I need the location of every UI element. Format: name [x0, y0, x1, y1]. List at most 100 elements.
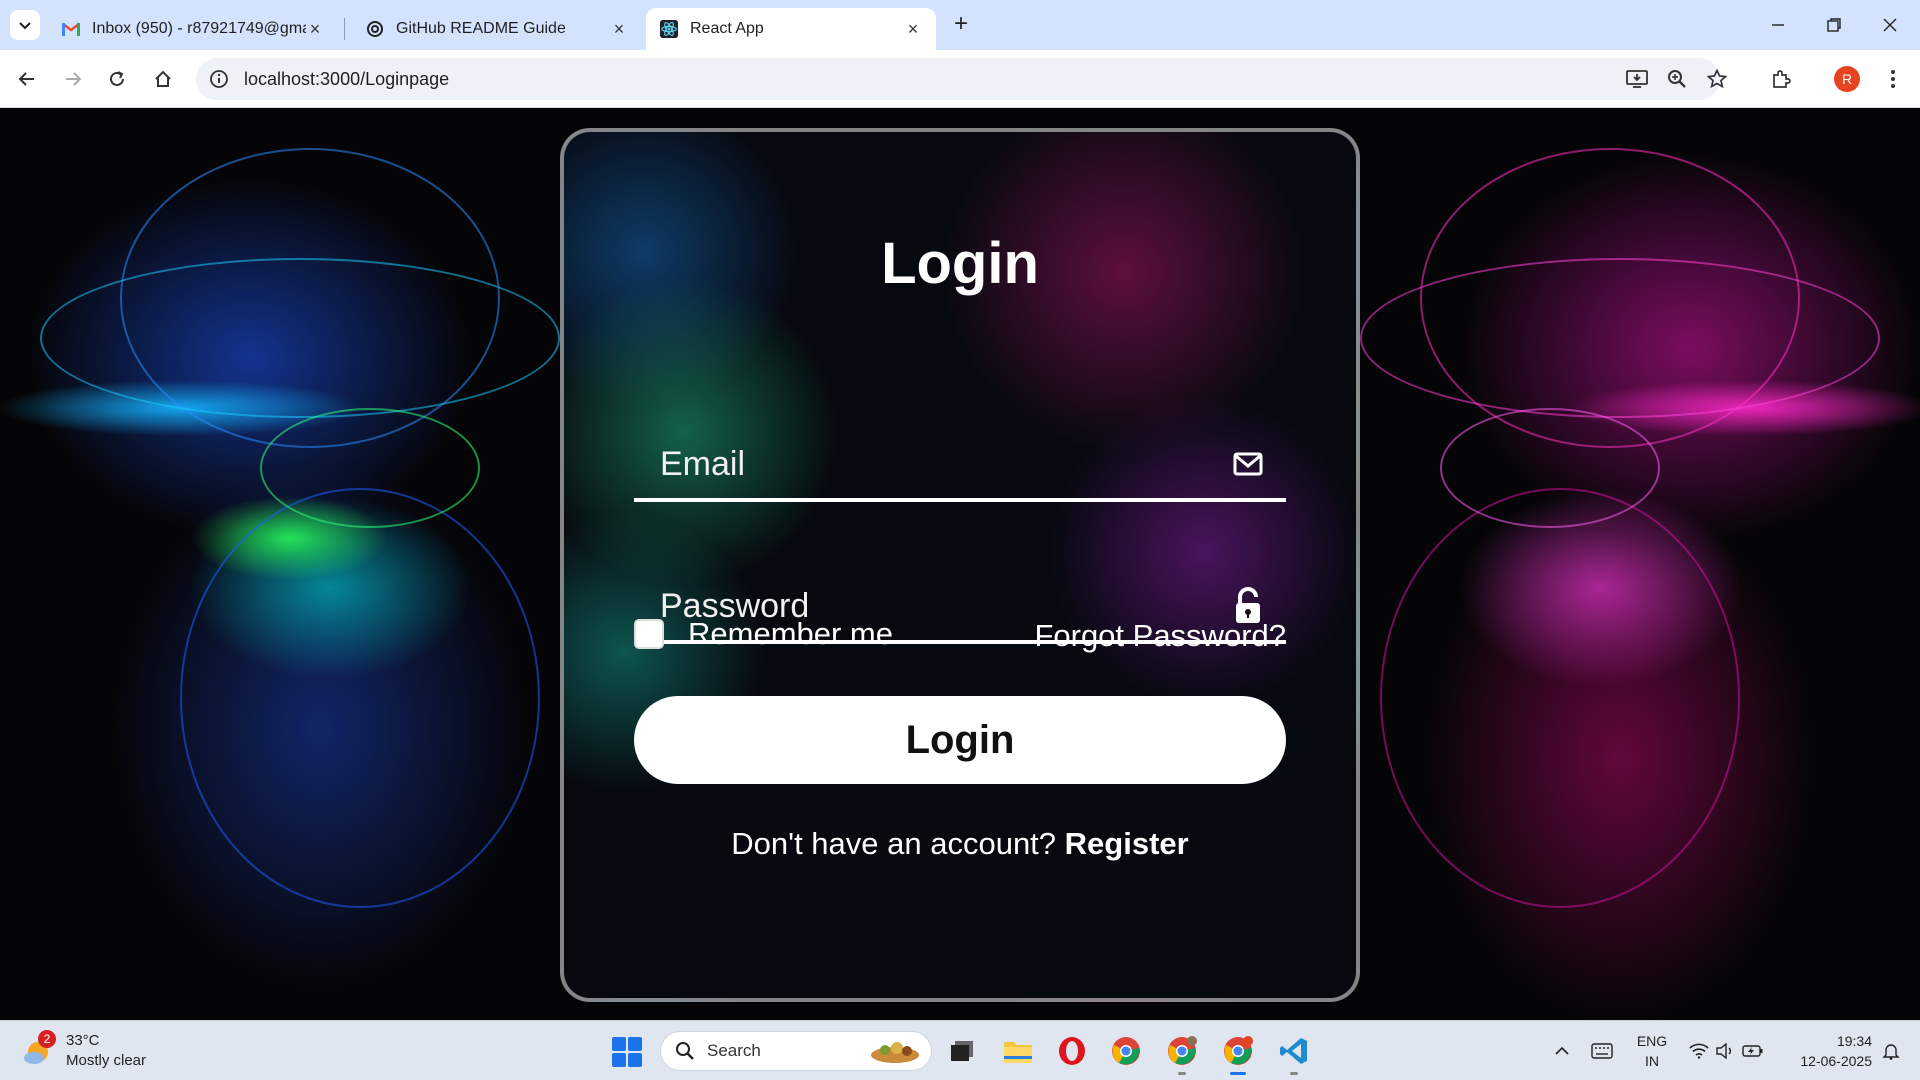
- notifications-button[interactable]: [1878, 1033, 1904, 1069]
- battery-status[interactable]: [1740, 1033, 1766, 1069]
- taskbar-chrome-profile-2[interactable]: [1164, 1033, 1200, 1075]
- tab-title: GitHub README Guide: [396, 20, 566, 37]
- language-code: ENG: [1636, 1033, 1668, 1049]
- reload-icon: [110, 71, 124, 86]
- remember-me-checkbox[interactable]: [634, 619, 664, 649]
- windows-logo-pane: [612, 1053, 626, 1067]
- close-icon[interactable]: ×: [610, 19, 628, 39]
- weather-icon: 2: [22, 1030, 56, 1068]
- start-button[interactable]: [612, 1037, 642, 1067]
- chevron-up-icon: [1555, 1046, 1569, 1055]
- extensions-button[interactable]: [1764, 62, 1798, 96]
- new-tab-button[interactable]: +: [948, 12, 974, 38]
- wifi-icon: [1689, 1043, 1709, 1059]
- openai-icon: [366, 20, 384, 38]
- register-prompt: Don't have an account? Register: [564, 826, 1356, 862]
- taskbar-file-explorer[interactable]: [1000, 1033, 1036, 1069]
- forgot-password-link[interactable]: Forgot Password?: [1034, 618, 1286, 654]
- home-button[interactable]: [146, 62, 180, 96]
- restore-button[interactable]: [1814, 10, 1854, 40]
- close-icon: [1883, 18, 1897, 32]
- react-icon: [660, 20, 678, 38]
- browser-menu-button[interactable]: [1876, 62, 1910, 96]
- minimize-icon: [1772, 24, 1784, 26]
- taskbar-search-label: Search: [707, 1041, 761, 1060]
- browser-toolbar: localhost:3000/Loginpage R: [0, 50, 1920, 108]
- bookmark-button[interactable]: [1700, 62, 1734, 96]
- arrow-right-icon: [66, 72, 82, 86]
- address-bar[interactable]: localhost:3000/Loginpage: [196, 58, 1720, 100]
- background-swirl: [180, 488, 540, 908]
- email-input[interactable]: [660, 440, 1180, 488]
- keyboard-icon: [1591, 1043, 1613, 1059]
- tab-title: Inbox (950) - r87921749@gmail.com - Gmai…: [92, 20, 306, 37]
- tab-react-app[interactable]: React App ×: [646, 8, 936, 50]
- tab-gmail[interactable]: Inbox (950) - r87921749@gmail.com - Gmai…: [48, 8, 338, 50]
- chrome-icon: [1112, 1037, 1140, 1065]
- close-icon[interactable]: ×: [306, 19, 324, 39]
- tab-github-readme-guide[interactable]: GitHub README Guide ×: [352, 8, 642, 50]
- login-title: Login: [881, 231, 1039, 296]
- wifi-status[interactable]: [1686, 1033, 1712, 1069]
- keyboard-indicator[interactable]: [1586, 1033, 1618, 1069]
- close-window-button[interactable]: [1870, 10, 1910, 40]
- chrome-icon: [1224, 1036, 1253, 1065]
- tab-search-button[interactable]: [10, 10, 40, 40]
- close-icon[interactable]: ×: [904, 19, 922, 39]
- login-button[interactable]: Login: [634, 696, 1286, 784]
- volume-status[interactable]: [1712, 1033, 1738, 1069]
- forward-button[interactable]: [56, 62, 90, 96]
- home-icon: [155, 70, 171, 87]
- running-indicator: [1290, 1072, 1298, 1075]
- windows-logo-pane: [612, 1037, 626, 1051]
- browser-tab-bar: Inbox (950) - r87921749@gmail.com - Gmai…: [0, 0, 1920, 50]
- install-app-button[interactable]: [1620, 62, 1654, 96]
- language-indicator[interactable]: ENG IN: [1632, 1031, 1672, 1071]
- taskbar-opera[interactable]: [1054, 1033, 1090, 1069]
- taskbar-chrome-profile-active[interactable]: [1220, 1033, 1256, 1075]
- taskbar-chrome[interactable]: [1108, 1033, 1144, 1069]
- login-card: Login Remember me Forgot Password? Login…: [560, 128, 1360, 1002]
- background-swirl: [260, 408, 480, 528]
- region-code: IN: [1645, 1053, 1659, 1069]
- windows-taskbar: 2 33°C Mostly clear Search ENG IN 19:34 …: [0, 1020, 1920, 1080]
- folder-icon: [1004, 1042, 1032, 1063]
- arrow-left-icon: [18, 72, 34, 86]
- reload-button[interactable]: [100, 62, 134, 96]
- battery-charging-icon: [1742, 1045, 1763, 1057]
- site-info-icon[interactable]: [208, 68, 230, 90]
- tab-title: React App: [690, 20, 764, 37]
- weather-badge: 2: [38, 1030, 56, 1048]
- search-icon: [676, 1042, 694, 1060]
- restore-icon: [1827, 18, 1841, 32]
- opera-icon: [1059, 1037, 1085, 1065]
- tab-divider: [344, 18, 345, 40]
- star-icon: [1707, 69, 1727, 89]
- clock[interactable]: 19:34 12-06-2025: [1780, 1031, 1872, 1071]
- chrome-icon: [1168, 1036, 1197, 1065]
- taskbar-vscode[interactable]: [1276, 1033, 1312, 1075]
- back-button[interactable]: [10, 62, 44, 96]
- taskbar-search[interactable]: Search: [660, 1031, 932, 1071]
- gmail-icon: [62, 20, 80, 38]
- speaker-icon: [1716, 1043, 1731, 1059]
- chevron-down-icon: [19, 22, 31, 30]
- background-swirl: [1360, 258, 1880, 418]
- running-indicator: [1178, 1072, 1186, 1075]
- windows-logo-pane: [628, 1037, 642, 1051]
- zoom-button[interactable]: [1660, 62, 1694, 96]
- email-field: [634, 432, 1286, 502]
- weather-widget[interactable]: 2 33°C Mostly clear: [22, 1030, 146, 1071]
- windows-logo-pane: [628, 1053, 642, 1067]
- taskbar-task-view[interactable]: [944, 1033, 980, 1069]
- profile-avatar[interactable]: R: [1834, 66, 1860, 92]
- show-hidden-icons-button[interactable]: [1550, 1033, 1574, 1069]
- minimize-button[interactable]: [1758, 10, 1798, 40]
- clock-time: 19:34: [1836, 1033, 1872, 1049]
- task-view-icon: [951, 1041, 973, 1061]
- register-link[interactable]: Register: [1065, 826, 1189, 861]
- search-highlight-icon: [871, 1042, 919, 1063]
- page-background: Login Remember me Forgot Password? Login…: [0, 108, 1920, 1020]
- vscode-icon: [1280, 1038, 1307, 1064]
- remember-me-option[interactable]: Remember me: [634, 616, 893, 652]
